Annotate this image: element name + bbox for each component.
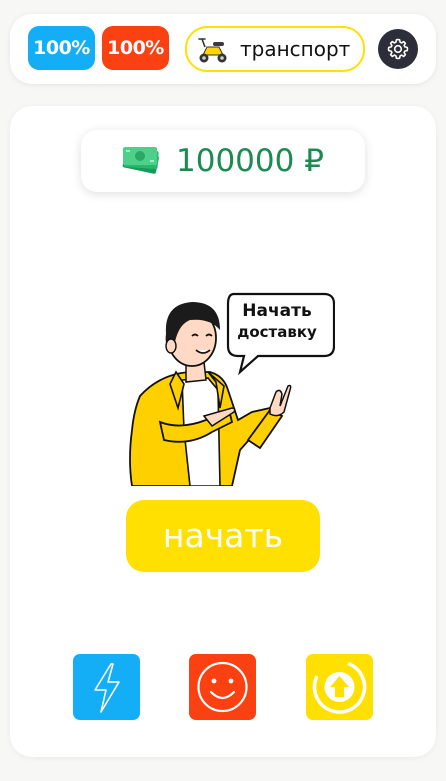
start-delivery-button[interactable]: начать (126, 500, 320, 572)
scooter-icon (198, 38, 227, 63)
balance-card: 100000 ₽ (81, 130, 365, 192)
top-status-bar: 100% 100% транспорт (10, 14, 436, 84)
balance-amount: 100000 ₽ (176, 143, 324, 179)
upgrade-action-button[interactable] (306, 654, 373, 720)
main-panel: 100000 ₽ Начать доставку начать (10, 106, 436, 757)
transport-button[interactable]: транспорт (185, 26, 365, 72)
gear-icon (387, 38, 409, 60)
transport-label: транспорт (240, 37, 351, 61)
upgrade-arrow-icon (312, 660, 367, 714)
lightning-icon (94, 663, 120, 713)
smiley-icon (197, 661, 248, 713)
mood-action-button[interactable] (189, 654, 256, 720)
energy-action-button[interactable] (73, 654, 140, 720)
cash-icon (122, 147, 159, 174)
mood-status-badge[interactable]: 100% (102, 26, 169, 70)
speech-bubble-line-1: Начать (242, 301, 312, 321)
settings-button[interactable] (378, 29, 418, 69)
speech-bubble: Начать доставку (226, 300, 328, 342)
energy-status-badge[interactable]: 100% (28, 26, 95, 70)
speech-bubble-line-2: доставку (237, 323, 317, 341)
